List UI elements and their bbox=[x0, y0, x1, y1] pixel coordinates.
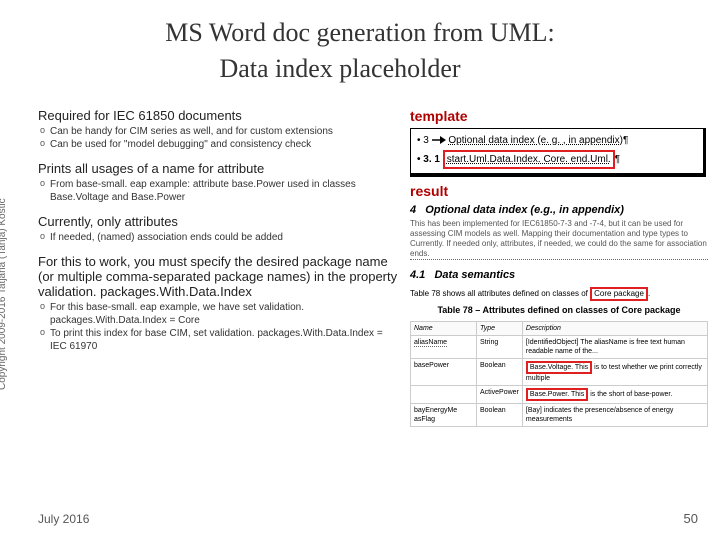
slide-title: MS Word doc generation from UML: bbox=[0, 0, 720, 48]
block-heading: Required for IEC 61850 documents bbox=[38, 108, 398, 123]
cell-desc: Base.Voltage. This is to test whether we… bbox=[522, 358, 707, 385]
result-caption-pre: Table 78 shows all attributes defined on… bbox=[410, 289, 588, 298]
slide-subtitle: Data index placeholder bbox=[0, 48, 720, 84]
block-heading: Currently, only attributes bbox=[38, 214, 398, 229]
list-item: For this base-small. eap example, we hav… bbox=[38, 301, 398, 327]
result-heading-text: Optional data index (e.g., in appendix) bbox=[425, 204, 624, 216]
table-header-row: Name Type Description bbox=[411, 321, 708, 335]
result-sub-text: Data semantics bbox=[434, 269, 515, 281]
result-sub-num: 4.1 bbox=[410, 269, 425, 281]
list-item: Can be handy for CIM series as well, and… bbox=[38, 125, 398, 138]
result-caption-highlight: Core package bbox=[590, 287, 648, 301]
cell-desc: [IdentifiedObject] The aliasName is free… bbox=[522, 335, 707, 358]
cell-type: Boolean bbox=[476, 358, 522, 385]
page-number: 50 bbox=[684, 511, 698, 526]
list-item: To print this index for base CIM, set va… bbox=[38, 327, 398, 353]
bullet-num: • 3. 1 bbox=[417, 154, 440, 165]
cell-name: basePower bbox=[411, 358, 477, 385]
col-type: Type bbox=[476, 321, 522, 335]
right-column: template • 3 Optional data index (e. g. … bbox=[410, 108, 710, 427]
result-subheading: 4.1 Data semantics bbox=[410, 268, 708, 282]
result-caption-line: Table 78 shows all attributes defined on… bbox=[410, 287, 708, 301]
attributes-table: Name Type Description aliasName String [… bbox=[410, 321, 708, 428]
result-box: 4 Optional data index (e.g., in appendix… bbox=[410, 203, 708, 427]
template-box: • 3 Optional data index (e. g. , in appe… bbox=[410, 128, 706, 177]
block-3: For this to work, you must specify the d… bbox=[38, 254, 398, 353]
col-desc: Description bbox=[522, 321, 707, 335]
list-item: Can be used for "model debugging" and co… bbox=[38, 138, 398, 151]
cell-highlight: Base.Power. This bbox=[526, 388, 588, 401]
result-label: result bbox=[410, 183, 710, 199]
template-label: template bbox=[410, 108, 710, 124]
table-row: ActivePower Base.Power. This is the shor… bbox=[411, 386, 708, 404]
cell-type: ActivePower bbox=[476, 386, 522, 404]
sub-list: If needed, (named) association ends coul… bbox=[38, 231, 398, 244]
result-heading: 4 Optional data index (e.g., in appendix… bbox=[410, 203, 708, 217]
sub-list: Can be handy for CIM series as well, and… bbox=[38, 125, 398, 151]
template-line-2-highlight: start.Uml.Data.Index. Core. end.Uml. bbox=[443, 150, 615, 169]
list-item: If needed, (named) association ends coul… bbox=[38, 231, 398, 244]
cell-desc: Base.Power. This is the short of base-po… bbox=[522, 386, 707, 404]
cell-desc-post: is the short of base-power. bbox=[590, 391, 672, 398]
block-heading: For this to work, you must specify the d… bbox=[38, 254, 398, 299]
table-row: basePower Boolean Base.Voltage. This is … bbox=[411, 358, 708, 385]
footer-date: July 2016 bbox=[38, 512, 89, 526]
arrow-right-icon bbox=[432, 135, 446, 145]
bullet-num: • 3 bbox=[417, 135, 429, 146]
result-heading-num: 4 bbox=[410, 204, 416, 216]
table-row: aliasName String [IdentifiedObject] The … bbox=[411, 335, 708, 358]
block-1: Prints all usages of a name for attribut… bbox=[38, 161, 398, 204]
cell-type: String bbox=[476, 335, 522, 358]
cell-highlight: Base.Voltage. This bbox=[526, 361, 592, 374]
sub-list: From base-small. eap example: attribute … bbox=[38, 178, 398, 204]
cell-name: aliasName bbox=[414, 339, 447, 347]
table-caption: Table 78 – Attributes defined on classes… bbox=[410, 305, 708, 317]
list-item: From base-small. eap example: attribute … bbox=[38, 178, 398, 204]
block-heading: Prints all usages of a name for attribut… bbox=[38, 161, 398, 176]
table-row: bayEnergyMe asFlag Boolean [Bay] indicat… bbox=[411, 404, 708, 427]
block-2: Currently, only attributes If needed, (n… bbox=[38, 214, 398, 244]
col-name: Name bbox=[411, 321, 477, 335]
cell-name: bayEnergyMe asFlag bbox=[411, 404, 477, 427]
result-para: This has been implemented for IEC61850-7… bbox=[410, 219, 708, 260]
left-content: Required for IEC 61850 documents Can be … bbox=[38, 108, 398, 363]
cell-name bbox=[411, 386, 477, 404]
copyright-text: Copyright 2009-2016 Tatjana (Tanja) Kost… bbox=[0, 198, 8, 390]
block-0: Required for IEC 61850 documents Can be … bbox=[38, 108, 398, 151]
sub-list: For this base-small. eap example, we hav… bbox=[38, 301, 398, 353]
template-line-1: Optional data index (e. g. , in appendix… bbox=[448, 135, 623, 146]
cell-desc: [Bay] indicates the presence/absence of … bbox=[522, 404, 707, 427]
cell-type: Boolean bbox=[476, 404, 522, 427]
